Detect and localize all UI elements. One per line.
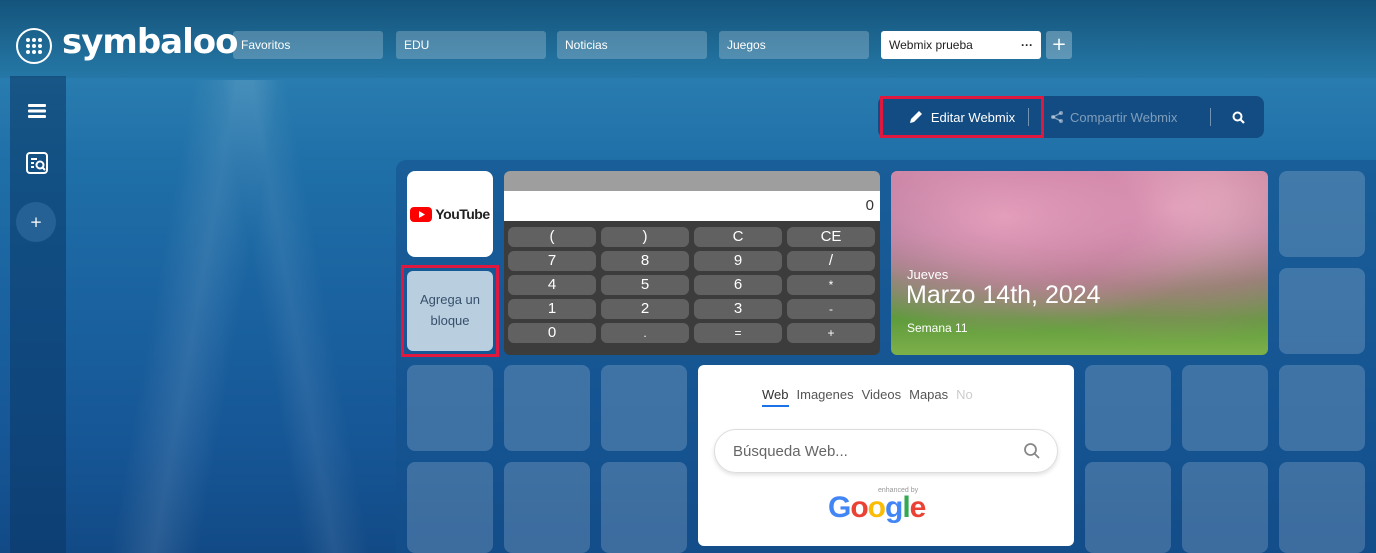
calc-key[interactable]: 7 xyxy=(508,251,596,271)
empty-tile[interactable] xyxy=(407,462,493,553)
empty-tile[interactable] xyxy=(504,462,590,553)
google-wordmark: Google xyxy=(828,491,926,524)
tab-favoritos[interactable]: Favoritos xyxy=(233,31,383,59)
empty-tile[interactable] xyxy=(1182,462,1268,553)
google-logo: enhanced by Google xyxy=(828,487,948,527)
divider xyxy=(1210,108,1211,126)
calc-key[interactable]: - xyxy=(787,299,875,319)
calc-key[interactable]: 5 xyxy=(601,275,689,295)
calculator-display: 0 xyxy=(504,191,880,221)
google-search-placeholder: Búsqueda Web... xyxy=(733,442,848,460)
tab-noticias[interactable]: Noticias xyxy=(557,31,707,59)
list-icon[interactable] xyxy=(24,98,50,124)
share-icon xyxy=(1051,111,1063,123)
divider xyxy=(1028,108,1029,126)
youtube-play-icon xyxy=(410,206,433,222)
calc-key[interactable]: * xyxy=(787,275,875,295)
empty-tile[interactable] xyxy=(407,365,493,451)
add-block-tile[interactable]: Agrega un bloque xyxy=(407,271,493,351)
google-tab-maps[interactable]: Mapas xyxy=(909,387,948,407)
calc-key[interactable]: CE xyxy=(787,227,875,247)
calc-key[interactable]: 0 xyxy=(508,323,596,343)
date-text: Marzo 14th, 2024 xyxy=(906,281,1101,309)
empty-tile[interactable] xyxy=(1085,462,1171,553)
date-week: Semana 11 xyxy=(907,321,968,335)
calc-key[interactable]: 9 xyxy=(694,251,782,271)
calc-key[interactable]: = xyxy=(694,323,782,343)
pencil-icon xyxy=(909,111,922,123)
tab-webmix-prueba[interactable]: Webmix prueba ··· xyxy=(881,31,1041,59)
empty-tile[interactable] xyxy=(601,365,687,451)
edit-webmix-button[interactable]: Editar Webmix xyxy=(880,96,1044,138)
calc-key[interactable]: + xyxy=(787,323,875,343)
search-icon[interactable] xyxy=(1226,104,1250,130)
google-search-input[interactable]: Búsqueda Web... xyxy=(714,429,1058,473)
left-sidebar xyxy=(10,76,66,553)
google-tab-web[interactable]: Web xyxy=(762,387,789,407)
empty-tile[interactable] xyxy=(1279,462,1365,553)
search-icon[interactable] xyxy=(1023,442,1041,460)
apps-grid-icon[interactable] xyxy=(16,28,52,64)
calc-key[interactable]: 2 xyxy=(601,299,689,319)
date-photo-widget[interactable]: Jueves Marzo 14th, 2024 Semana 11 xyxy=(891,171,1268,355)
symbaloo-logo[interactable]: symbaloo xyxy=(62,22,238,62)
tab-juegos[interactable]: Juegos xyxy=(719,31,869,59)
calc-key[interactable]: 1 xyxy=(508,299,596,319)
add-webmix-button[interactable]: + xyxy=(16,202,56,242)
empty-tile[interactable] xyxy=(1279,268,1365,354)
calc-key[interactable]: 4 xyxy=(508,275,596,295)
calc-key[interactable]: 3 xyxy=(694,299,782,319)
tab-edu[interactable]: EDU xyxy=(396,31,546,59)
calc-key[interactable]: 8 xyxy=(601,251,689,271)
add-tab-button[interactable]: + xyxy=(1046,31,1072,59)
calculator-header xyxy=(504,171,880,191)
calc-key[interactable]: C xyxy=(694,227,782,247)
google-search-widget: Web Imagenes Videos Mapas No Búsqueda We… xyxy=(698,365,1074,546)
youtube-label: YouTube xyxy=(435,206,490,222)
empty-tile[interactable] xyxy=(1085,365,1171,451)
search-webmix-icon[interactable] xyxy=(24,150,50,176)
empty-tile[interactable] xyxy=(1182,365,1268,451)
google-tab-videos[interactable]: Videos xyxy=(862,387,902,407)
google-search-tabs: Web Imagenes Videos Mapas No xyxy=(762,387,973,407)
google-tab-news[interactable]: No xyxy=(956,387,973,407)
calc-key[interactable]: . xyxy=(601,323,689,343)
calc-key[interactable]: 6 xyxy=(694,275,782,295)
calculator-keypad: ( ) C CE 7 8 9 / 4 5 6 * 1 2 3 - 0 . = + xyxy=(508,227,878,343)
share-webmix-button[interactable]: Compartir Webmix xyxy=(1050,96,1177,138)
tab-label: Webmix prueba xyxy=(889,38,973,52)
calculator-widget: 0 ( ) C CE 7 8 9 / 4 5 6 * 1 2 3 - 0 . =… xyxy=(504,171,880,355)
empty-tile[interactable] xyxy=(1279,171,1365,257)
calc-key[interactable]: ) xyxy=(601,227,689,247)
background-light-rays xyxy=(60,80,420,553)
empty-tile[interactable] xyxy=(1279,365,1365,451)
calc-key[interactable]: / xyxy=(787,251,875,271)
empty-tile[interactable] xyxy=(601,462,687,553)
google-tab-images[interactable]: Imagenes xyxy=(797,387,854,407)
empty-tile[interactable] xyxy=(504,365,590,451)
youtube-tile[interactable]: YouTube xyxy=(407,171,493,257)
share-webmix-label: Compartir Webmix xyxy=(1070,109,1178,125)
edit-webmix-label: Editar Webmix xyxy=(930,109,1016,125)
calc-key[interactable]: ( xyxy=(508,227,596,247)
tab-menu-icon[interactable]: ··· xyxy=(1021,38,1033,52)
date-day: Jueves xyxy=(907,267,949,282)
